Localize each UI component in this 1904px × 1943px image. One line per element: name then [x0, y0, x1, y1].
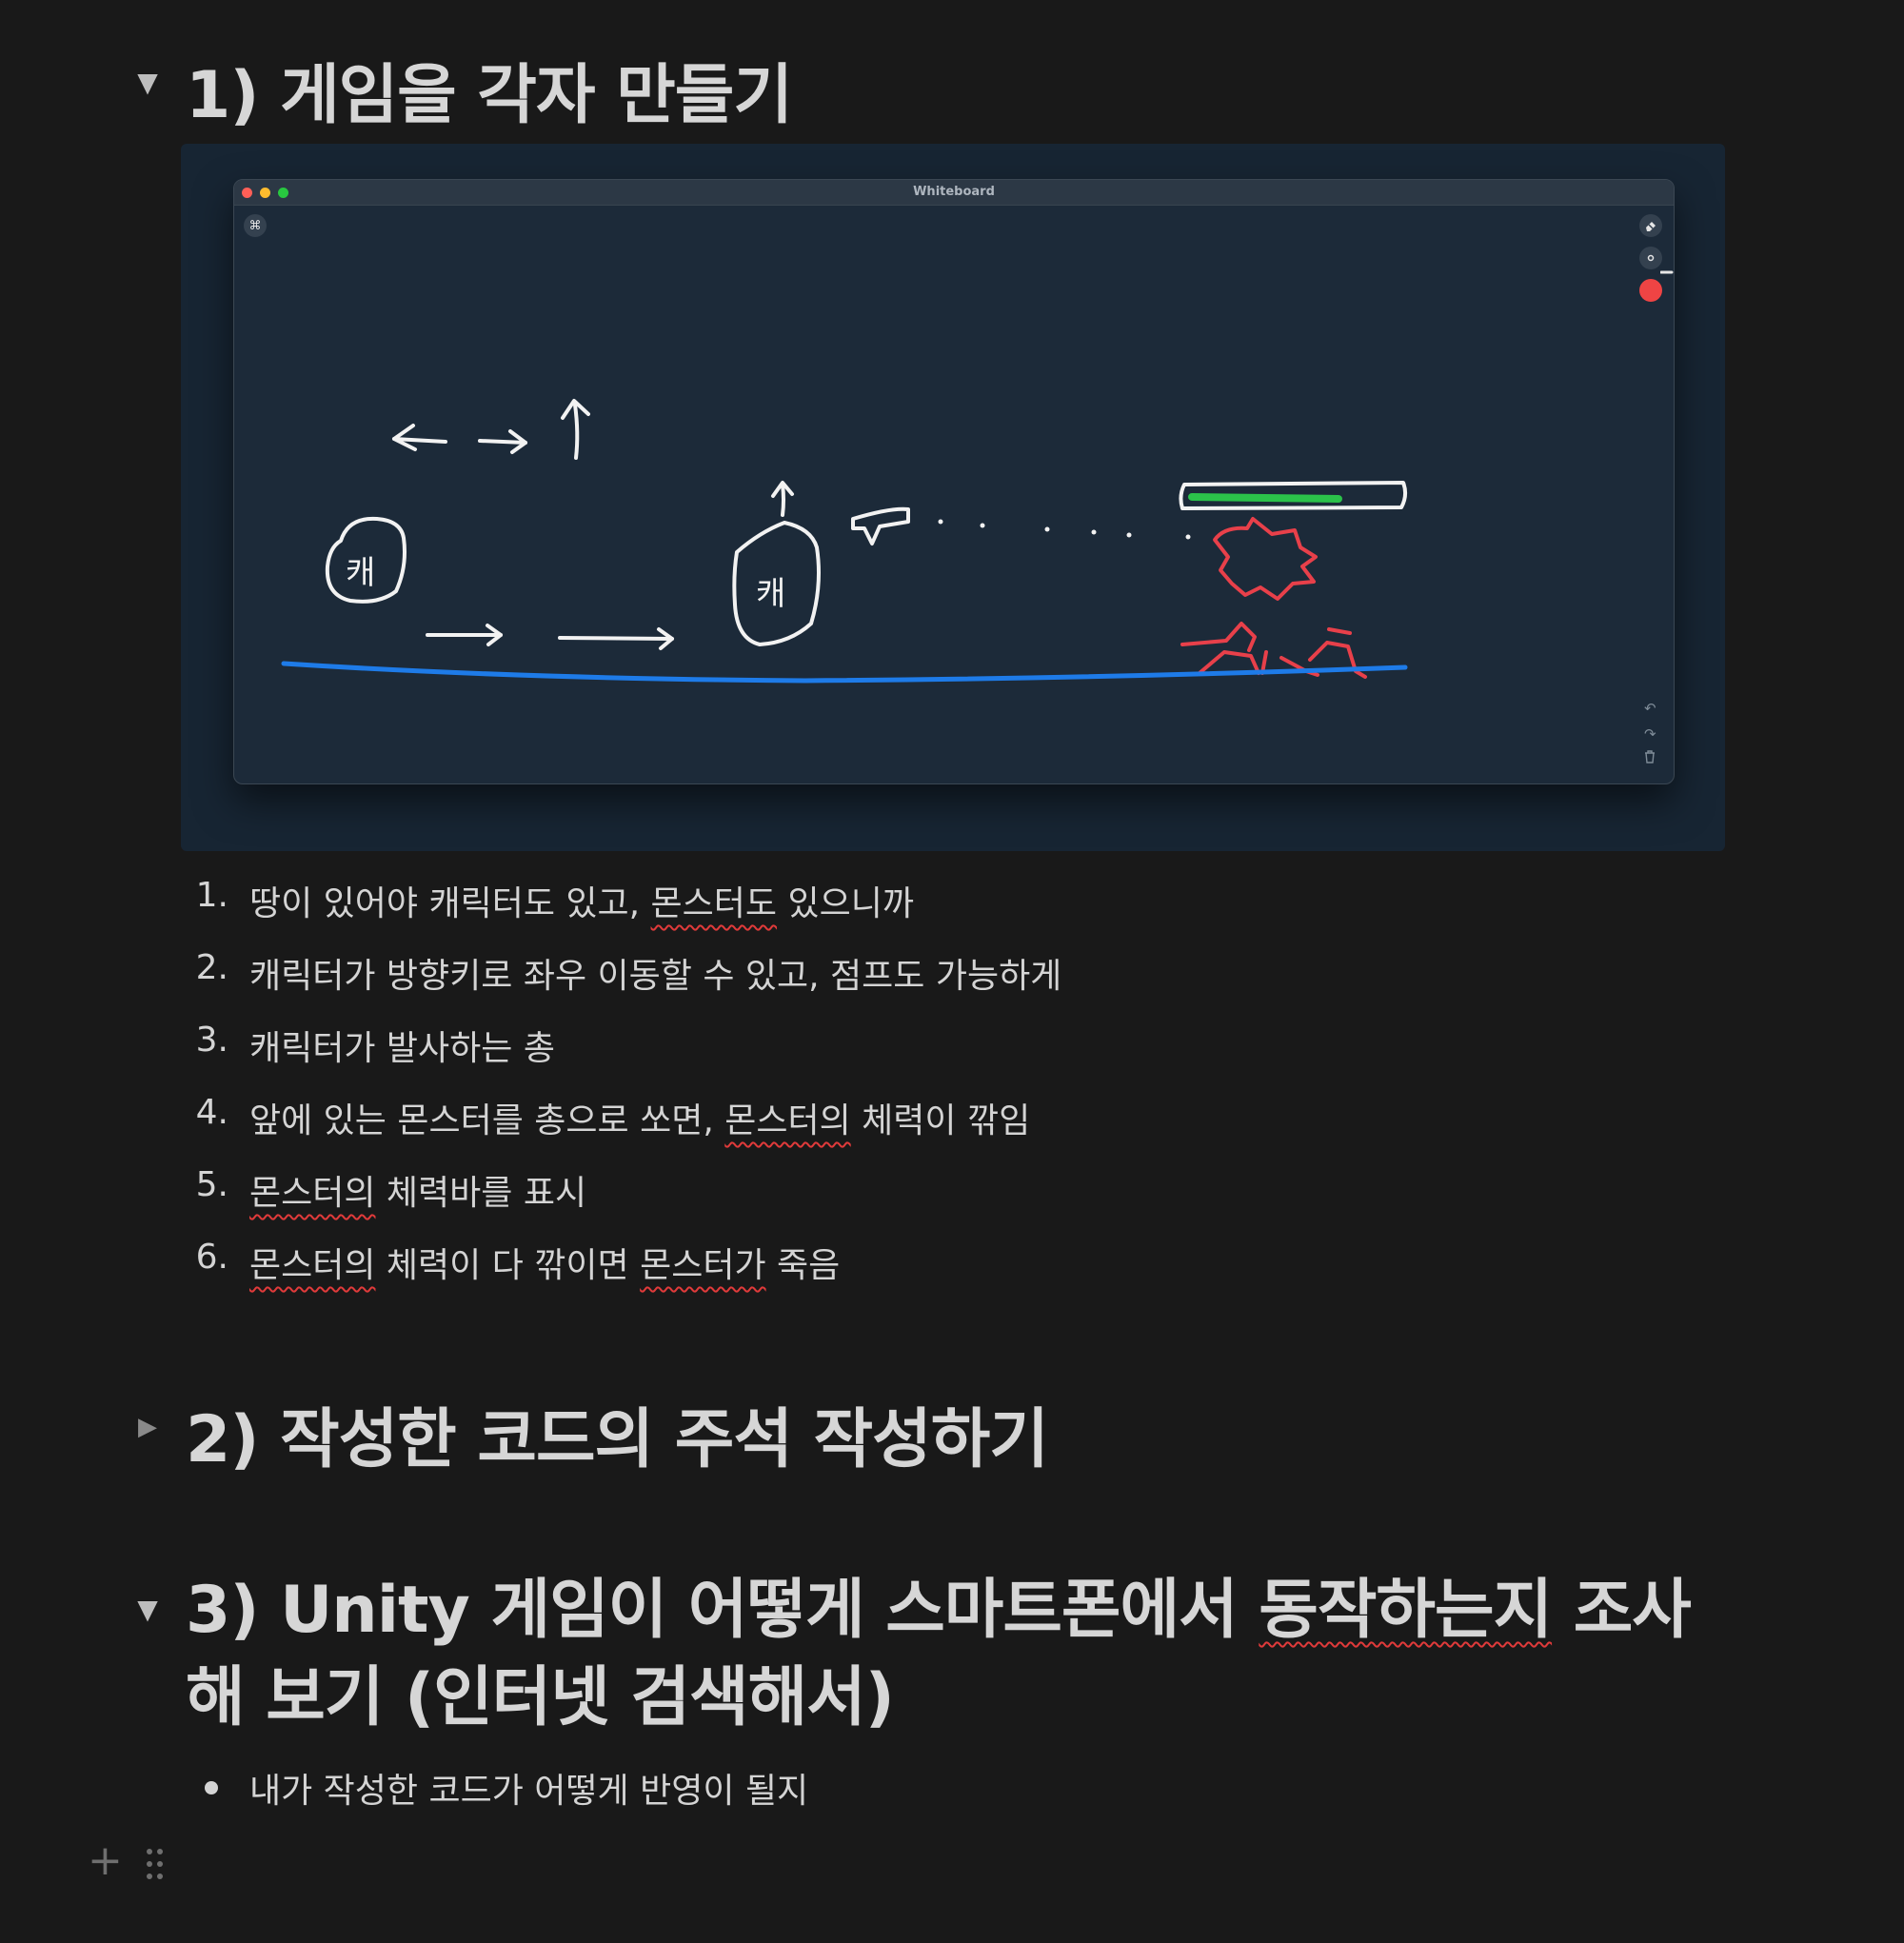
bullet-dot	[205, 1781, 218, 1794]
list-text: 땅이 있어야 캐릭터도 있고, 몬스터도 있으니까	[249, 884, 914, 923]
ground-line	[281, 661, 1408, 684]
whiteboard-canvas[interactable]: 캐 캐	[234, 205, 1674, 783]
list-text: 몬스터의 체력이 다 깎이면 몬스터가 죽음	[249, 1246, 841, 1285]
monster-sketch	[1180, 517, 1367, 679]
window-title: Whiteboard	[913, 185, 995, 199]
toggle-collapsed-icon[interactable]: ▶	[133, 1413, 162, 1441]
health-bar-fill	[1188, 493, 1342, 503]
bullet-item[interactable]: 내가 작성한 코드가 어떻게 반영이 될지	[249, 1763, 808, 1813]
bullet-dot	[938, 519, 943, 525]
character-1-label: 캐	[346, 554, 375, 592]
list-number: 5.	[195, 1165, 228, 1204]
list-number: 2.	[195, 948, 228, 987]
bullet-dot	[1044, 526, 1050, 532]
jump-arrow-stroke	[573, 403, 580, 460]
window-titlebar[interactable]: Whiteboard	[234, 180, 1674, 206]
right-arrow-stroke	[478, 439, 527, 445]
list-number: 3.	[195, 1021, 228, 1060]
list-text: 몬스터의 체력바를 표시	[249, 1174, 587, 1213]
section-heading-1: 1) 게임을 각자 만들기	[186, 58, 793, 133]
character-2-label: 캐	[756, 575, 785, 613]
toggle-expanded-icon[interactable]: ▼	[133, 69, 162, 97]
bullet-dot	[1185, 534, 1191, 540]
list-number: 1.	[195, 876, 228, 915]
list-number: 4.	[195, 1093, 228, 1132]
bullet-dot	[1091, 529, 1097, 535]
section-heading-3: 3) Unity 게임이 어떻게 스마트폰에서 동작하는지 조사해 보기 (인터…	[186, 1573, 1692, 1735]
toggle-expanded-icon[interactable]: ▼	[133, 1596, 162, 1624]
drag-handle-icon[interactable]	[145, 1847, 166, 1881]
list-text: 캐릭터가 발사하는 총	[249, 1029, 555, 1068]
left-arrow-head	[392, 424, 417, 451]
bullet-dot	[1126, 532, 1132, 538]
move-arrow-2-stroke	[558, 636, 674, 641]
gun-sketch	[851, 506, 910, 545]
list-text: 앞에 있는 몬스터를 총으로 쏘면, 몬스터의 체력이 깎임	[249, 1101, 1031, 1140]
whiteboard-embed[interactable]: Whiteboard ⌘ ↶ ↷ 캐 캐	[181, 144, 1725, 851]
list-number: 6.	[195, 1238, 228, 1277]
list-text: 캐릭터가 방향키로 좌우 이동할 수 있고, 점프도 가능하게	[249, 957, 1062, 996]
add-block-icon[interactable]: +	[88, 1840, 123, 1882]
section-heading-2: 2) 작성한 코드의 주석 작성하기	[186, 1402, 1049, 1477]
bullet-dot	[980, 523, 985, 528]
whiteboard-window[interactable]: Whiteboard ⌘ ↶ ↷ 캐 캐	[233, 179, 1675, 784]
